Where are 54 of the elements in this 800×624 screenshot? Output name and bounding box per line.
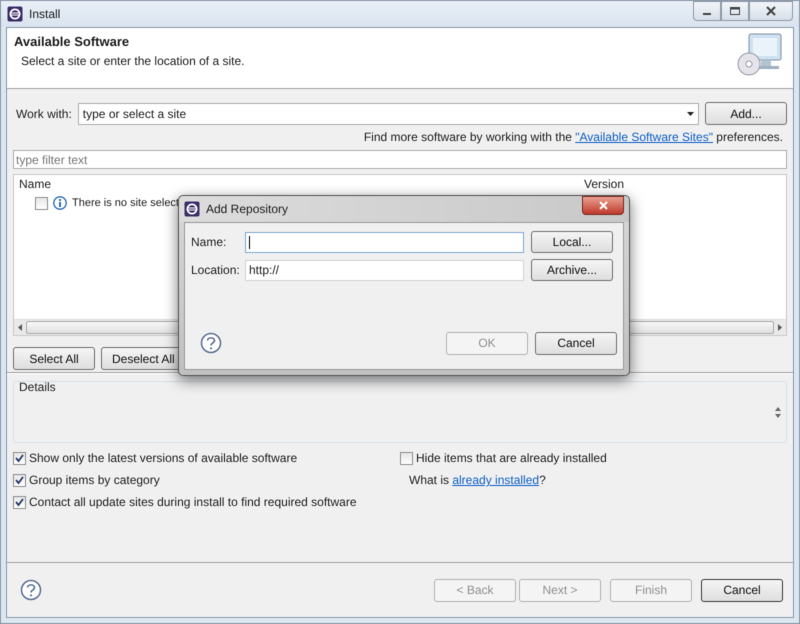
browse-button[interactable]: Local... bbox=[531, 231, 613, 253]
window-title: Install bbox=[29, 7, 60, 21]
maximize-icon bbox=[730, 7, 740, 15]
checkmark-icon bbox=[14, 453, 25, 463]
info-text: What is already installed? bbox=[408, 472, 547, 489]
dropdown-arrow-icon bbox=[687, 112, 694, 116]
maximize-button[interactable] bbox=[721, 1, 749, 21]
checkmark-icon bbox=[14, 475, 25, 485]
checkbox-label: Group items by category bbox=[29, 473, 160, 487]
field-label: Work with: bbox=[15, 106, 72, 120]
add-button[interactable]: Add... bbox=[705, 102, 787, 125]
checkbox-label: Contact all update sites during install to find required software bbox=[29, 495, 357, 509]
info-icon bbox=[53, 196, 67, 210]
section-label: Details bbox=[19, 380, 56, 396]
info-text: Find more software by working with the "Available Software Sites" preferences. bbox=[364, 130, 783, 144]
close-icon bbox=[598, 201, 608, 210]
close-button[interactable] bbox=[749, 1, 793, 21]
checkbox[interactable] bbox=[400, 452, 413, 464]
spinner-arrows-icon[interactable] bbox=[775, 406, 781, 418]
app-icon bbox=[7, 6, 23, 22]
right-arrow-icon[interactable] bbox=[778, 324, 782, 331]
wizard-button[interactable]: Cancel bbox=[701, 578, 783, 602]
minimize-button[interactable] bbox=[693, 1, 721, 21]
browse-button[interactable]: Archive... bbox=[531, 259, 613, 281]
checkmark-icon bbox=[14, 497, 25, 507]
checkbox[interactable] bbox=[35, 196, 48, 210]
checkbox[interactable] bbox=[13, 496, 26, 508]
checkbox-label: Show only the latest versions of available software bbox=[29, 451, 298, 465]
close-icon bbox=[766, 6, 776, 16]
field-label: Location: bbox=[191, 263, 241, 277]
link[interactable]: already installed bbox=[452, 473, 540, 487]
checkbox-label: Hide items that are already installed bbox=[416, 451, 607, 465]
column-header[interactable]: Name bbox=[14, 177, 579, 191]
checkbox[interactable] bbox=[13, 452, 26, 464]
text-field[interactable] bbox=[245, 232, 524, 252]
dialog-button[interactable]: Cancel bbox=[535, 332, 617, 354]
page-title: Available Software bbox=[14, 34, 130, 49]
column-header[interactable]: Version bbox=[579, 177, 624, 191]
close-button[interactable] bbox=[582, 196, 624, 215]
text-field[interactable]: http:// bbox=[245, 260, 524, 280]
checkbox[interactable] bbox=[13, 474, 26, 486]
dialog-title: Add Repository bbox=[206, 202, 288, 216]
site-combo-box[interactable]: type or select a site bbox=[78, 102, 699, 124]
help-icon[interactable] bbox=[200, 332, 222, 354]
help-icon[interactable] bbox=[20, 579, 42, 601]
selection-button[interactable]: Select All bbox=[13, 347, 95, 370]
app-icon bbox=[184, 201, 200, 217]
page-description: Select a site or enter the location of a site. bbox=[21, 54, 246, 68]
field-label: Name: bbox=[191, 235, 228, 249]
link[interactable]: "Available Software Sites" bbox=[575, 130, 713, 144]
table-cell: There is no site select bbox=[72, 197, 179, 209]
left-arrow-icon[interactable] bbox=[18, 324, 22, 331]
filter-field[interactable]: type filter text bbox=[13, 150, 787, 169]
text-cursor bbox=[249, 236, 250, 248]
